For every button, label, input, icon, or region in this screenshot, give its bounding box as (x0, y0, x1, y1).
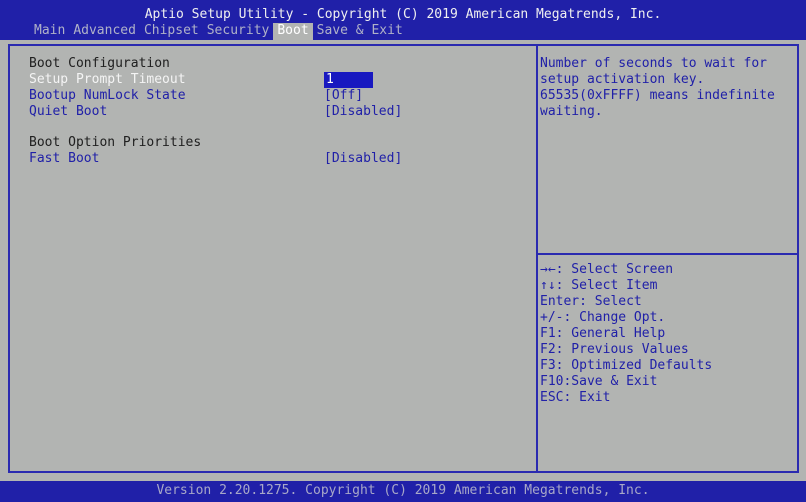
tab-chipset[interactable]: Chipset (140, 23, 203, 40)
help-divider (538, 253, 797, 255)
bootup-numlock-value[interactable]: [Off] (324, 88, 363, 104)
header-bar: Aptio Setup Utility - Copyright (C) 2019… (0, 0, 806, 40)
key-hint: Enter: Select (540, 294, 642, 309)
key-hint: +/-: Change Opt. (540, 310, 666, 325)
fast-boot-value[interactable]: [Disabled] (324, 151, 402, 167)
footer-version: Version 2.20.1275. Copyright (C) 2019 Am… (0, 481, 806, 502)
tab-save-exit[interactable]: Save & Exit (313, 23, 407, 40)
quiet-boot-label[interactable]: Quiet Boot (29, 104, 107, 120)
key-legend: →←: Select Screen ↑↓: Select Item Enter:… (540, 262, 712, 406)
vertical-divider (536, 46, 538, 471)
key-hint: →←: Select Screen (540, 262, 674, 277)
bootup-numlock-label[interactable]: Bootup NumLock State (29, 88, 186, 104)
fast-boot-label[interactable]: Fast Boot (29, 151, 99, 167)
setup-prompt-timeout-label[interactable]: Setup Prompt Timeout (29, 72, 186, 88)
section-boot-option-priorities: Boot Option Priorities (29, 135, 202, 150)
section-boot-configuration: Boot Configuration (29, 56, 170, 71)
tab-boot[interactable]: Boot (273, 23, 313, 40)
app-title: Aptio Setup Utility - Copyright (C) 2019… (144, 7, 662, 22)
tab-security[interactable]: Security (203, 23, 274, 40)
help-line: setup activation key. (540, 72, 705, 87)
help-line: Number of seconds to wait for (540, 56, 767, 71)
key-hint: ESC: Exit (540, 390, 611, 405)
tab-main[interactable]: Main (30, 23, 69, 40)
key-hint: F3: Optimized Defaults (540, 358, 713, 373)
tab-advanced[interactable]: Advanced (69, 23, 140, 40)
main-panel: Boot Configuration Setup Prompt Timeout … (8, 44, 799, 473)
key-hint: F10:Save & Exit (540, 374, 658, 389)
help-line: 65535(0xFFFF) means indefinite (540, 88, 775, 103)
help-text: Number of seconds to wait for setup acti… (540, 56, 790, 120)
setup-prompt-timeout-input[interactable]: 1 (324, 72, 373, 88)
help-line: waiting. (540, 104, 603, 119)
key-hint: F1: General Help (540, 326, 666, 341)
tab-bar: Main Advanced Chipset Security Boot Save… (30, 23, 407, 40)
quiet-boot-value[interactable]: [Disabled] (324, 104, 402, 120)
key-hint: ↑↓: Select Item (540, 278, 658, 293)
key-hint: F2: Previous Values (540, 342, 689, 357)
